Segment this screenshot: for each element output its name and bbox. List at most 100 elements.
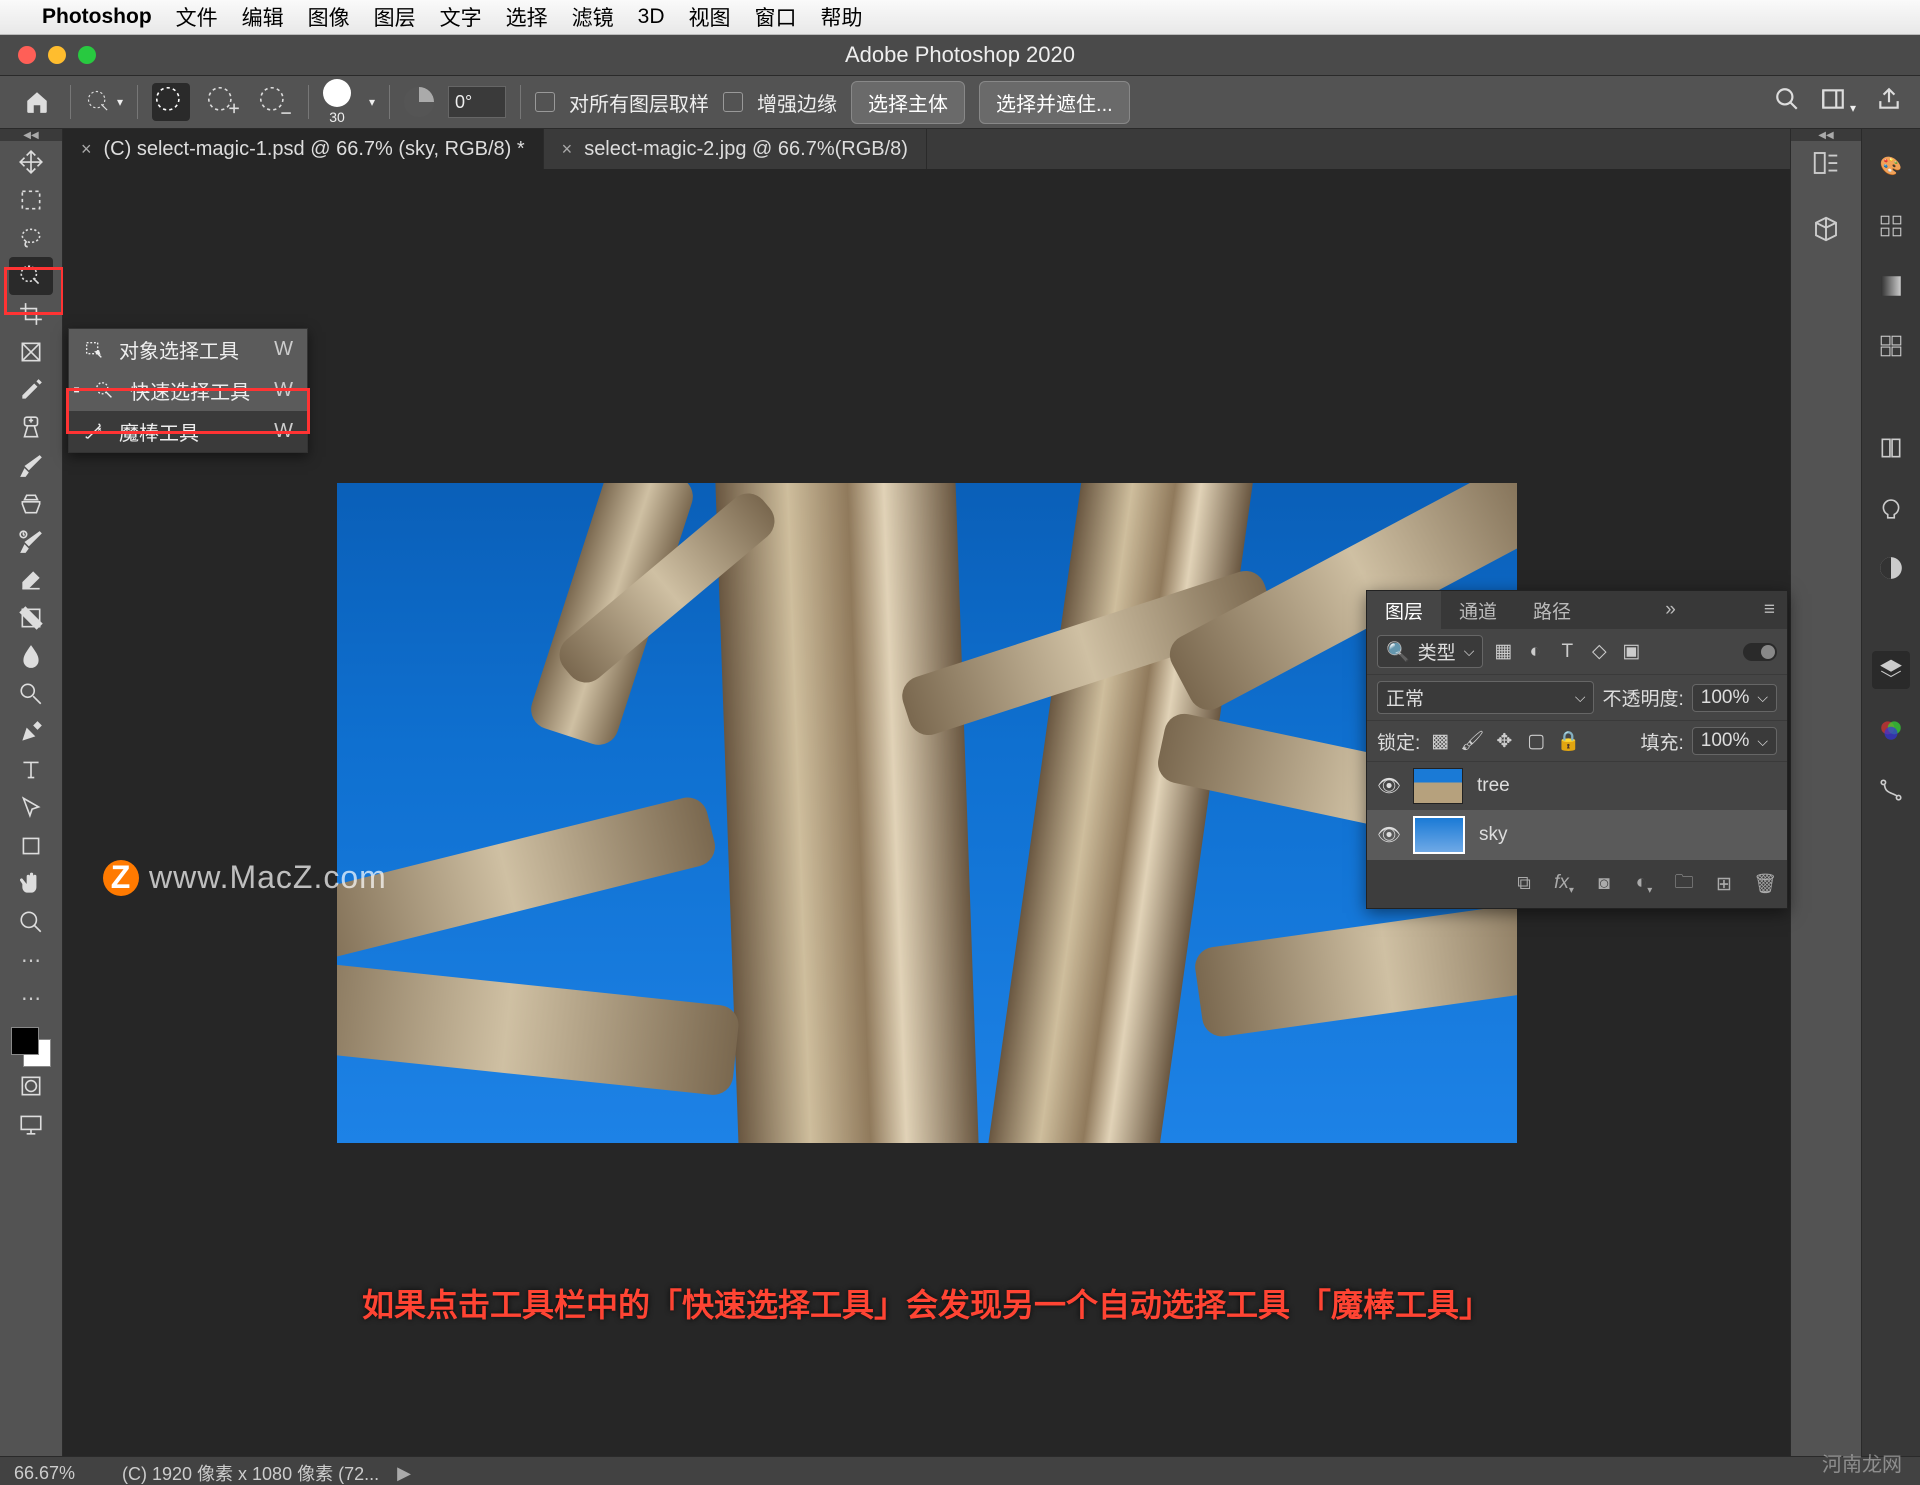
brush-size-picker[interactable]: 30 [323,79,351,125]
close-tab-icon[interactable]: × [81,139,92,160]
healing-brush-tool[interactable] [9,409,53,447]
path-selection-tool[interactable] [9,789,53,827]
dodge-tool[interactable] [9,675,53,713]
fill-input[interactable]: 100%⌵ [1692,727,1777,755]
add-to-selection-button[interactable] [204,83,242,121]
quick-mask-toggle[interactable] [9,1067,53,1105]
frame-tool[interactable] [9,333,53,371]
brush-angle-icon[interactable] [404,87,434,117]
pen-tool[interactable] [9,713,53,751]
panel-grip[interactable]: ◀◀ [0,129,62,141]
eyedropper-tool[interactable] [9,371,53,409]
toolbar-more[interactable]: ⋯ [9,941,53,979]
tool-preset-picker[interactable]: ▾ [85,83,123,121]
panel-menu-icon[interactable]: ≡ [1752,599,1787,621]
paths-panel-icon[interactable] [1872,771,1910,809]
hand-tool[interactable] [9,865,53,903]
clone-stamp-tool[interactable] [9,485,53,523]
menu-type[interactable]: 文字 [440,2,482,32]
layer-name[interactable]: sky [1479,824,1508,846]
quick-selection-tool[interactable] [9,257,53,295]
document-info[interactable]: (C) 1920 像素 x 1080 像素 (72... [122,1460,379,1485]
select-subject-button[interactable]: 选择主体 [851,81,965,124]
move-tool[interactable] [9,143,53,181]
libraries-panel-icon[interactable] [1872,429,1910,467]
gradients-panel-icon[interactable] [1872,267,1910,305]
tab-layers[interactable]: 图层 [1367,591,1441,629]
menu-select[interactable]: 选择 [506,2,548,32]
menu-help[interactable]: 帮助 [821,2,863,32]
visibility-toggle[interactable]: 👁 [1377,774,1399,798]
opacity-input[interactable]: 100%⌵ [1692,684,1777,712]
layer-thumbnail[interactable] [1413,768,1463,804]
new-group-icon[interactable]: 🗀 [1673,868,1695,900]
layer-filter-type-select[interactable]: 🔍 类型⌵ [1377,635,1483,668]
zoom-level[interactable]: 66.67% [14,1463,104,1484]
menu-edit[interactable]: 编辑 [242,2,284,32]
layer-row-tree[interactable]: 👁 tree [1367,762,1787,810]
shape-tool[interactable] [9,827,53,865]
layer-name[interactable]: tree [1477,775,1510,797]
share-icon[interactable] [1876,86,1902,118]
lock-artboard-icon[interactable]: ▢ [1524,729,1548,753]
enhance-edge-checkbox[interactable] [723,92,743,112]
layer-effects-icon[interactable]: fx▾ [1553,872,1575,896]
add-mask-icon[interactable]: ◙ [1593,873,1615,895]
new-layer-icon[interactable]: ⊞ [1713,873,1735,896]
tab-channels[interactable]: 通道 [1441,591,1515,629]
minimize-window-button[interactable] [48,46,66,64]
app-name[interactable]: Photoshop [42,5,152,29]
adjustments-panel-icon[interactable] [1872,549,1910,587]
chevron-down-icon[interactable]: ▾ [369,95,375,109]
brush-tool[interactable] [9,447,53,485]
layers-panel-icon[interactable] [1872,651,1910,689]
lock-pixels-icon[interactable]: 🖌 [1460,729,1484,753]
menu-filter[interactable]: 滤镜 [572,2,614,32]
gradient-tool[interactable] [9,599,53,637]
filter-toggle[interactable] [1743,643,1777,661]
filter-pixel-icon[interactable]: ▦ [1491,640,1515,664]
color-panel-icon[interactable]: 🎨 [1872,147,1910,185]
document-tab-2[interactable]: × select-magic-2.jpg @ 66.7%(RGB/8) [544,129,927,169]
lock-position-icon[interactable]: ✥ [1492,729,1516,753]
filter-type-icon[interactable]: T [1555,640,1579,664]
layer-row-sky[interactable]: 👁 sky [1367,810,1787,860]
screen-mode-toggle[interactable] [9,1105,53,1143]
menu-view[interactable]: 视图 [689,2,731,32]
menu-window[interactable]: 窗口 [755,2,797,32]
history-brush-tool[interactable] [9,523,53,561]
blur-tool[interactable] [9,637,53,675]
filter-shape-icon[interactable]: ◇ [1587,640,1611,664]
panel-collapse-icon[interactable]: » [1653,599,1688,621]
filter-adjustment-icon[interactable]: ◐ [1523,640,1547,664]
panel-grip[interactable]: ◀◀ [1791,129,1861,141]
tab-paths[interactable]: 路径 [1515,591,1589,629]
chevron-right-icon[interactable]: ▶ [397,1463,411,1484]
brush-angle-input[interactable] [448,86,506,118]
select-and-mask-button[interactable]: 选择并遮住... [979,81,1130,124]
type-tool[interactable] [9,751,53,789]
swatches-panel-icon[interactable] [1872,207,1910,245]
layer-thumbnail[interactable] [1413,816,1465,854]
new-adjustment-layer-icon[interactable]: ◐▾ [1633,872,1655,896]
learn-panel-icon[interactable] [1872,489,1910,527]
new-selection-button[interactable] [152,83,190,121]
channels-panel-icon[interactable] [1872,711,1910,749]
workspace-switcher[interactable]: ▾ [1820,86,1856,118]
mac-menubar[interactable]: Photoshop 文件 编辑 图像 图层 文字 选择 滤镜 3D 视图 窗口 … [0,0,1920,35]
home-button[interactable] [18,83,56,121]
delete-layer-icon[interactable]: 🗑 [1753,872,1775,896]
filter-smart-icon[interactable]: ▣ [1619,640,1643,664]
blend-mode-select[interactable]: 正常⌵ [1377,681,1594,714]
3d-panel-icon[interactable] [1806,209,1846,249]
edit-toolbar-button[interactable]: ⋯ [9,979,53,1017]
close-window-button[interactable] [18,46,36,64]
lasso-tool[interactable] [9,219,53,257]
link-layers-icon[interactable]: ⧉ [1513,873,1535,895]
subtract-from-selection-button[interactable] [256,83,294,121]
flyout-magic-wand-tool[interactable]: 魔棒工具 W [69,411,307,452]
menu-layer[interactable]: 图层 [374,2,416,32]
menu-file[interactable]: 文件 [176,2,218,32]
marquee-tool[interactable] [9,181,53,219]
eraser-tool[interactable] [9,561,53,599]
